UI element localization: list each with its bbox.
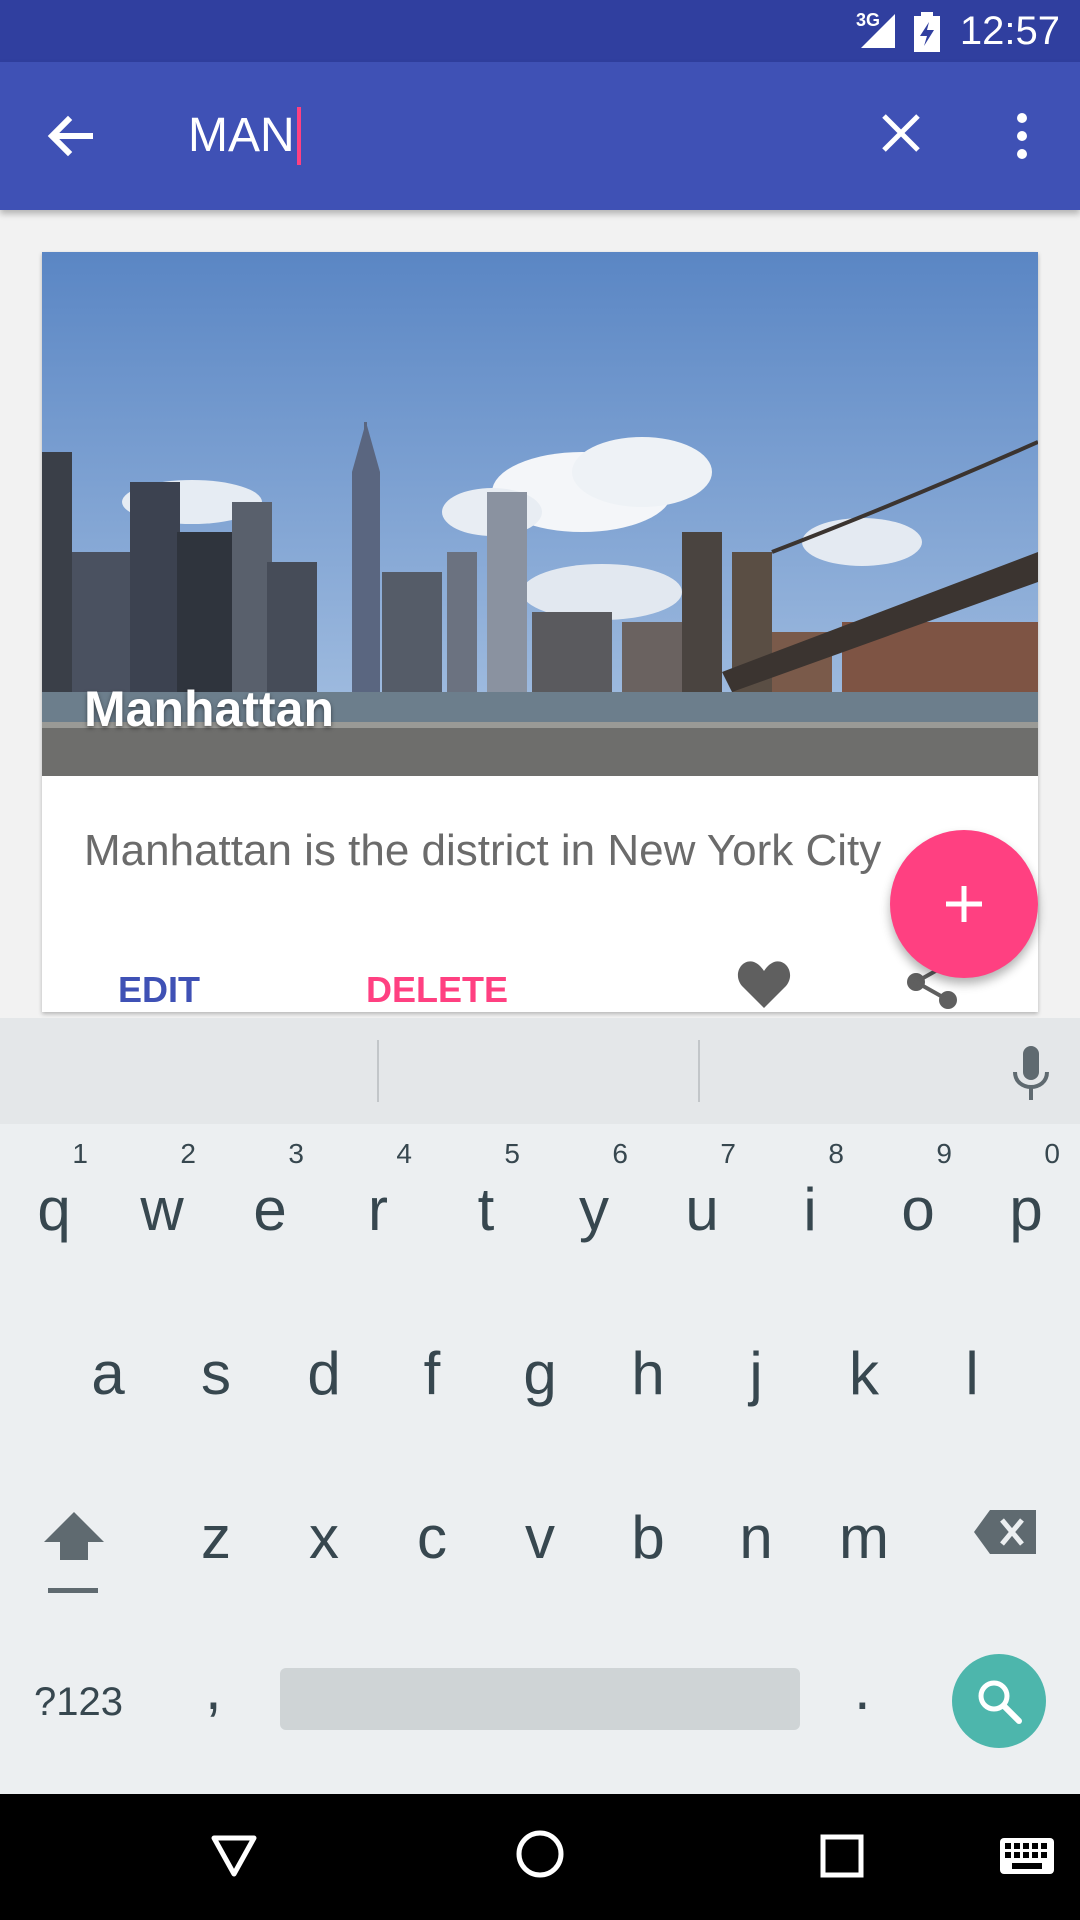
search-key[interactable] (952, 1654, 1046, 1748)
status-bar: 3G 12:57 (0, 0, 1080, 62)
comma-key[interactable]: , (205, 1654, 222, 1723)
key-letter: h (631, 1340, 665, 1407)
key-j[interactable]: j (702, 1288, 810, 1428)
key-b[interactable]: b (594, 1452, 702, 1592)
key-letter: a (91, 1340, 125, 1407)
clock: 12:57 (959, 9, 1060, 53)
key-letter: q (37, 1176, 71, 1243)
clear-icon[interactable] (878, 110, 924, 156)
shift-icon[interactable] (42, 1508, 106, 1598)
key-letter: f (423, 1340, 441, 1407)
search-query-text: MAN (188, 109, 295, 162)
key-d[interactable]: d (270, 1288, 378, 1428)
key-i[interactable]: 8 i (756, 1124, 864, 1264)
nav-back-icon[interactable] (210, 1834, 258, 1878)
search-icon (978, 1680, 1022, 1724)
period-key[interactable]: . (854, 1654, 871, 1723)
key-letter: j (749, 1340, 763, 1407)
key-letter: p (1009, 1176, 1043, 1243)
key-v[interactable]: v (486, 1452, 594, 1592)
key-number-hint: 0 (1044, 1138, 1060, 1169)
symbols-key[interactable]: ?123 (34, 1680, 123, 1725)
key-m[interactable]: m (810, 1452, 918, 1592)
key-letter: e (253, 1176, 287, 1243)
microphone-icon[interactable] (1010, 1046, 1052, 1102)
key-letter: v (525, 1504, 555, 1571)
card-title: Manhattan (84, 681, 334, 737)
key-u[interactable]: 7 u (648, 1124, 756, 1264)
key-letter: o (901, 1176, 935, 1243)
key-letter: t (477, 1176, 495, 1243)
key-letter: n (739, 1504, 773, 1571)
key-number-hint: 3 (288, 1138, 304, 1169)
edit-button[interactable]: EDIT (118, 969, 200, 1011)
key-y[interactable]: 6 y (540, 1124, 648, 1264)
key-x[interactable]: x (270, 1452, 378, 1592)
suggestion-strip (0, 1018, 1080, 1124)
backspace-icon[interactable] (972, 1508, 1038, 1556)
key-number-hint: 4 (396, 1138, 412, 1169)
text-cursor (296, 107, 301, 165)
key-f[interactable]: f (378, 1288, 486, 1428)
battery-charging-icon (914, 12, 940, 52)
key-letter: c (417, 1504, 447, 1571)
key-o[interactable]: 9 o (864, 1124, 972, 1264)
key-c[interactable]: c (378, 1452, 486, 1592)
card-description: Manhattan is the district in New York Ci… (84, 826, 882, 875)
key-n[interactable]: n (702, 1452, 810, 1592)
key-number-hint: 5 (504, 1138, 520, 1169)
more-vert-icon[interactable] (1005, 110, 1039, 162)
key-letter: s (201, 1340, 231, 1407)
key-number-hint: 7 (720, 1138, 736, 1169)
add-fab-button[interactable] (890, 830, 1038, 978)
key-h[interactable]: h (594, 1288, 702, 1428)
key-number-hint: 9 (936, 1138, 952, 1169)
key-w[interactable]: 2 w (108, 1124, 216, 1264)
key-letter: w (140, 1176, 184, 1243)
heart-icon[interactable] (736, 958, 792, 1010)
space-bar[interactable] (280, 1668, 800, 1730)
place-card: Manhattan Manhattan is the district in N… (42, 252, 1038, 1012)
nav-home-icon[interactable] (514, 1828, 566, 1880)
key-number-hint: 8 (828, 1138, 844, 1169)
suggestion-divider (377, 1040, 379, 1102)
key-a[interactable]: a (54, 1288, 162, 1428)
key-letter: m (839, 1504, 889, 1571)
key-letter: y (579, 1176, 609, 1243)
key-r[interactable]: 4 r (324, 1124, 432, 1264)
system-nav-bar (0, 1794, 1080, 1920)
key-letter: k (849, 1340, 879, 1407)
key-letter: d (307, 1340, 341, 1407)
plus-icon (946, 886, 982, 922)
key-p[interactable]: 0 p (972, 1124, 1080, 1264)
key-letter: l (965, 1340, 979, 1407)
search-app-bar: MAN (0, 62, 1080, 210)
key-letter: u (685, 1176, 719, 1243)
key-g[interactable]: g (486, 1288, 594, 1428)
soft-keyboard: 1 q 2 w 3 e 4 r 5 t 6 y 7 u 8 i 9 o 0 p … (0, 1018, 1080, 1794)
key-letter: b (631, 1504, 665, 1571)
key-letter: r (368, 1176, 388, 1243)
key-e[interactable]: 3 e (216, 1124, 324, 1264)
key-l[interactable]: l (918, 1288, 1026, 1428)
key-t[interactable]: 5 t (432, 1124, 540, 1264)
key-q[interactable]: 1 q (0, 1124, 108, 1264)
suggestion-divider (698, 1040, 700, 1102)
key-z[interactable]: z (162, 1452, 270, 1592)
key-letter: i (803, 1176, 817, 1243)
key-number-hint: 2 (180, 1138, 196, 1169)
key-letter: g (523, 1340, 557, 1407)
keyboard-switch-icon[interactable] (1000, 1838, 1054, 1874)
key-number-hint: 1 (72, 1138, 88, 1169)
key-letter: x (309, 1504, 339, 1571)
key-k[interactable]: k (810, 1288, 918, 1428)
search-input[interactable]: MAN (188, 106, 301, 166)
key-number-hint: 6 (612, 1138, 628, 1169)
signal-icon (861, 14, 895, 48)
key-s[interactable]: s (162, 1288, 270, 1428)
key-letter: z (201, 1504, 231, 1571)
delete-button[interactable]: DELETE (366, 969, 508, 1011)
nav-recents-icon[interactable] (820, 1834, 864, 1878)
back-arrow-icon[interactable] (44, 110, 96, 162)
